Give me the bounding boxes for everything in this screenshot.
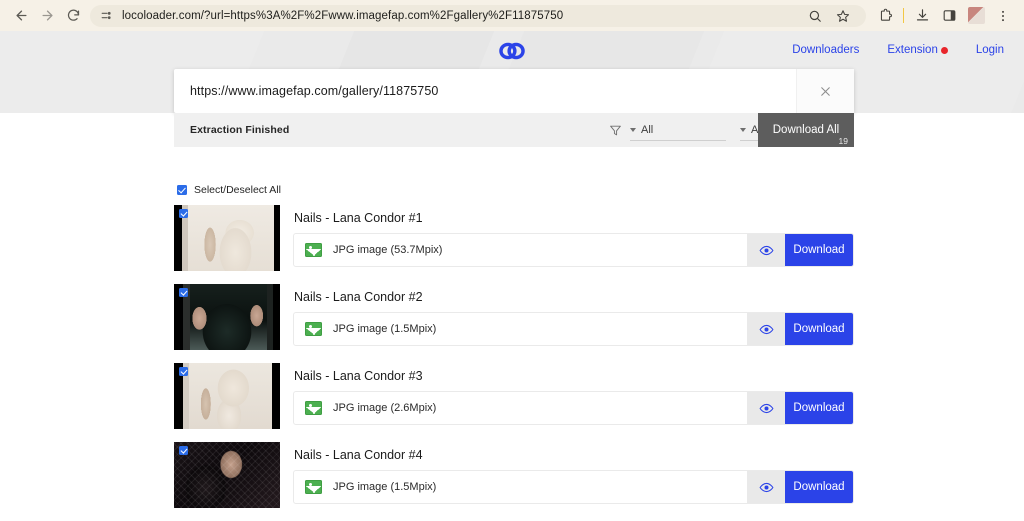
results-list: Nails - Lana Condor #1 JPG image (53.7Mp…: [174, 205, 864, 521]
item-thumbnail[interactable]: [174, 442, 280, 508]
back-icon[interactable]: [8, 3, 34, 29]
close-icon: [818, 84, 833, 99]
item-checkbox[interactable]: [179, 367, 188, 376]
item-info-bar: JPG image (1.5Mpix) Download: [293, 312, 854, 346]
download-icon[interactable]: [909, 3, 935, 29]
image-file-icon: [305, 322, 322, 336]
image-file-icon: [305, 243, 322, 257]
download-all-button[interactable]: Download All 19: [758, 113, 854, 147]
chevron-down-icon: [740, 128, 746, 132]
item-download-button[interactable]: Download: [785, 470, 853, 504]
reload-icon[interactable]: [60, 3, 86, 29]
url-input[interactable]: https://www.imagefap.com/gallery/1187575…: [174, 69, 796, 113]
select-all-label: Select/Deselect All: [194, 184, 281, 196]
preview-eye-icon[interactable]: [747, 470, 785, 504]
table-row: Nails - Lana Condor #2 JPG image (1.5Mpi…: [174, 284, 864, 363]
table-row: Nails - Lana Condor #1 JPG image (53.7Mp…: [174, 205, 864, 284]
browser-toolbar: locoloader.com/?url=https%3A%2F%2Fwww.im…: [0, 0, 1024, 31]
bookmark-star-icon[interactable]: [830, 3, 856, 29]
item-download-button[interactable]: Download: [785, 391, 853, 425]
side-panel-icon[interactable]: [936, 3, 962, 29]
item-info-bar: JPG image (2.6Mpix) Download: [293, 391, 854, 425]
thumbnail-image: [174, 205, 280, 271]
thumbnail-image: [174, 442, 280, 508]
item-title: Nails - Lana Condor #2: [294, 290, 423, 304]
locoloader-chain-logo-icon[interactable]: [498, 42, 526, 65]
forward-icon[interactable]: [34, 3, 60, 29]
item-info-bar: JPG image (53.7Mpix) Download: [293, 233, 854, 267]
item-download-button[interactable]: Download: [785, 312, 853, 346]
item-thumbnail[interactable]: [174, 363, 280, 429]
filter-type-select[interactable]: All: [630, 120, 726, 141]
extraction-status-bar: Extraction Finished All All Download All…: [174, 113, 854, 147]
search-icon[interactable]: [802, 3, 828, 29]
chrome-menu-icon[interactable]: [990, 3, 1016, 29]
preview-eye-icon[interactable]: [747, 233, 785, 267]
download-all-label: Download All: [773, 124, 839, 136]
address-bar-text: locoloader.com/?url=https%3A%2F%2Fwww.im…: [122, 10, 563, 22]
browser-action-icons: [872, 3, 1016, 29]
item-thumbnail[interactable]: [174, 284, 280, 350]
item-title: Nails - Lana Condor #4: [294, 448, 423, 462]
site-nav: Downloaders Extension Login: [792, 44, 1004, 56]
thumbnail-image: [174, 363, 280, 429]
thumbnail-image: [174, 284, 280, 350]
avatar: [968, 7, 985, 24]
nav-link-extension-wrapper[interactable]: Extension: [887, 44, 948, 56]
toolbar-divider: [903, 8, 904, 23]
item-title: Nails - Lana Condor #3: [294, 369, 423, 383]
url-input-card: https://www.imagefap.com/gallery/1187575…: [174, 69, 854, 113]
item-title: Nails - Lana Condor #1: [294, 211, 423, 225]
image-file-icon: [305, 401, 322, 415]
extraction-status-text: Extraction Finished: [174, 124, 289, 136]
item-checkbox[interactable]: [179, 446, 188, 455]
site-header: Downloaders Extension Login: [0, 31, 1024, 71]
table-row: Nails - Lana Condor #4 JPG image (1.5Mpi…: [174, 442, 864, 521]
clear-url-button[interactable]: [796, 69, 854, 113]
select-all-checkbox[interactable]: [177, 185, 187, 195]
item-file-label: JPG image (1.5Mpix): [333, 481, 436, 493]
select-all-row[interactable]: Select/Deselect All: [177, 184, 281, 196]
chevron-down-icon: [630, 128, 636, 132]
item-file-label: JPG image (53.7Mpix): [333, 244, 442, 256]
item-info-bar: JPG image (1.5Mpix) Download: [293, 470, 854, 504]
nav-link-downloaders[interactable]: Downloaders: [792, 44, 859, 56]
item-file-label: JPG image (2.6Mpix): [333, 402, 436, 414]
item-file-label: JPG image (1.5Mpix): [333, 323, 436, 335]
item-checkbox[interactable]: [179, 288, 188, 297]
site-settings-icon[interactable]: [100, 9, 113, 22]
preview-eye-icon[interactable]: [747, 312, 785, 346]
item-thumbnail[interactable]: [174, 205, 280, 271]
filter-type-value: All: [641, 124, 653, 136]
funnel-icon[interactable]: [609, 124, 622, 137]
table-row: Nails - Lana Condor #3 JPG image (2.6Mpi…: [174, 363, 864, 442]
download-all-count-badge: 19: [839, 136, 848, 146]
nav-link-login[interactable]: Login: [976, 44, 1004, 56]
notification-dot-icon: [941, 47, 948, 54]
item-checkbox[interactable]: [179, 209, 188, 218]
profile-avatar[interactable]: [963, 3, 989, 29]
address-bar[interactable]: locoloader.com/?url=https%3A%2F%2Fwww.im…: [90, 5, 866, 27]
nav-link-extension[interactable]: Extension: [887, 44, 938, 56]
preview-eye-icon[interactable]: [747, 391, 785, 425]
extensions-puzzle-icon[interactable]: [872, 3, 898, 29]
image-file-icon: [305, 480, 322, 494]
item-download-button[interactable]: Download: [785, 233, 853, 267]
